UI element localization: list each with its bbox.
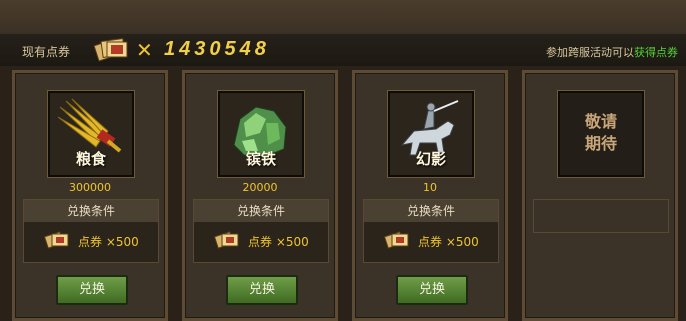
condition-title: 兑换条件 [364,200,498,222]
times-icon: ✕ [136,38,153,62]
ticket-icon [90,36,132,66]
item-image-frame: 镔铁 [218,91,304,177]
ticket-icon [44,231,69,249]
ticket-icon [384,231,409,249]
exchange-button-phantom[interactable]: 兑换 [396,275,468,305]
header-note: 参加跨服活动可以获得点券 [546,44,678,60]
item-quantity: 10 [423,181,437,194]
coming-soon-card: 敬请 期待 [522,70,678,321]
exchange-condition-box: 兑换条件 点券 ×500 [193,199,329,263]
top-decorative-strip [0,0,686,36]
ticket-icon [214,231,239,249]
balance-value: 1430548 [164,38,270,60]
get-points-link[interactable]: 获得点券 [634,46,678,59]
coming-soon-line2: 期待 [584,134,617,153]
empty-condition-title [534,200,668,232]
cost-text: 点券 ×500 [78,235,139,249]
balance-label: 现有点券 [22,45,71,59]
exchange-condition-box: 兑换条件 点券 ×500 [23,199,159,263]
points-header: 现有点券 ✕ 1430548 参加跨服活动可以获得点券 [0,34,686,66]
empty-condition-box [533,199,669,233]
condition-title: 兑换条件 [24,200,158,222]
coming-soon-text: 敬请 期待 [560,111,642,155]
item-quantity: 20000 [242,181,278,194]
condition-title: 兑换条件 [194,200,328,222]
coming-soon-line1: 敬请 [584,112,617,131]
exchange-button-iron[interactable]: 兑换 [226,275,298,305]
item-name: 幻影 [415,150,446,168]
cost-text: 点券 ×500 [418,235,479,249]
exchange-card-iron: 镔铁 20000 兑换条件 点券 ×500 兑换 [182,70,338,321]
exchange-card-grain: 粮食 300000 兑换条件 点券 ×500 兑换 [12,70,168,321]
exchange-card-phantom: 幻影 10 兑换条件 点券 ×500 兑换 [352,70,508,321]
cost-text: 点券 ×500 [248,235,309,249]
item-name: 粮食 [75,150,106,168]
item-quantity: 300000 [69,181,111,194]
note-text: 参加跨服活动可以 [546,46,634,59]
item-image-frame: 幻影 [388,91,474,177]
coming-soon-frame: 敬请 期待 [558,91,644,177]
exchange-condition-box: 兑换条件 点券 ×500 [363,199,499,263]
exchange-button-grain[interactable]: 兑换 [56,275,128,305]
item-image-frame: 粮食 [48,91,134,177]
item-name: 镔铁 [245,150,276,168]
